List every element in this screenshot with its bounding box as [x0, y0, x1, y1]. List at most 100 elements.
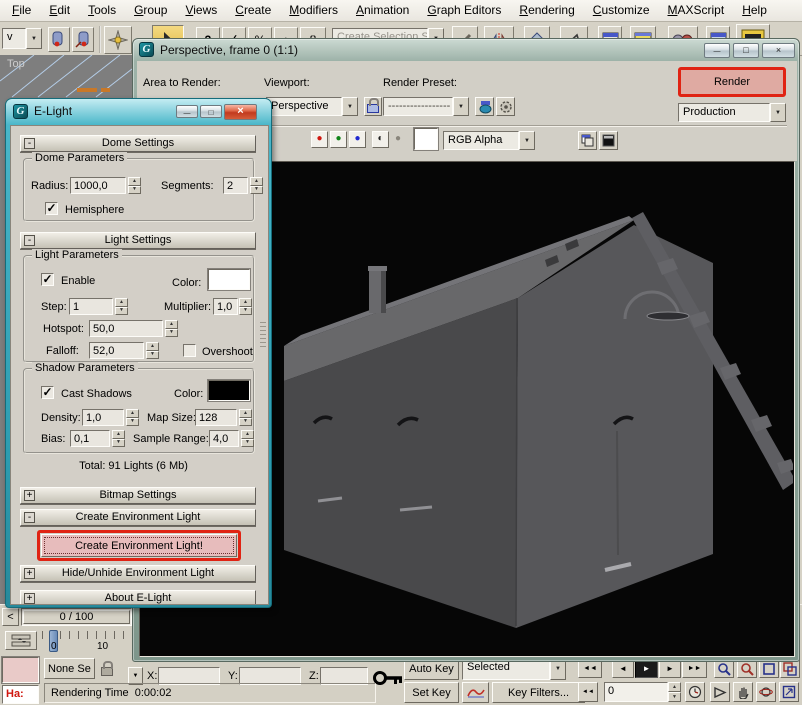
- falloff-field[interactable]: 52,0: [89, 342, 144, 359]
- step-field[interactable]: 1: [69, 298, 113, 315]
- selection-filter-combo[interactable]: v ▼: [2, 28, 42, 49]
- viewport-lock-button[interactable]: [364, 97, 382, 116]
- maximize-button[interactable]: □: [733, 43, 759, 58]
- falloff-spinner[interactable]: ▲▼: [146, 342, 159, 359]
- clone-window-button[interactable]: [578, 131, 597, 150]
- spinner-up-icon[interactable]: ▲: [250, 177, 263, 186]
- chevron-down-icon[interactable]: ▼: [342, 97, 358, 116]
- menu-views[interactable]: Views: [176, 1, 226, 20]
- segments-field[interactable]: 2: [223, 177, 248, 194]
- menu-graph-editors[interactable]: Graph Editors: [418, 1, 510, 20]
- spinner-up-icon[interactable]: ▲: [241, 430, 254, 439]
- hemisphere-checkbox[interactable]: ✓: [45, 202, 58, 215]
- frame-spinner[interactable]: ▲ ▼: [668, 682, 681, 702]
- collapse-icon[interactable]: -: [24, 138, 35, 149]
- chevron-down-icon[interactable]: ▼: [26, 28, 42, 49]
- close-button[interactable]: ×: [224, 104, 257, 120]
- spinner-up-icon[interactable]: ▲: [112, 430, 125, 439]
- chevron-down-icon[interactable]: ▼: [519, 131, 535, 150]
- minimize-button[interactable]: —: [176, 105, 198, 118]
- default-in-out-tangent-button[interactable]: [462, 682, 489, 703]
- save-preset-button[interactable]: [475, 97, 494, 116]
- red-channel-button[interactable]: ●: [311, 131, 328, 148]
- unlink-selection-button[interactable]: [72, 27, 94, 52]
- rollout-scroll-grip[interactable]: [260, 322, 266, 348]
- time-slider-prev-button[interactable]: <: [2, 608, 19, 626]
- density-field[interactable]: 1,0: [82, 409, 124, 426]
- rollout-about[interactable]: + About E-Light: [20, 590, 256, 605]
- light-color-swatch[interactable]: [208, 269, 250, 290]
- menu-file[interactable]: File: [3, 1, 40, 20]
- rollout-hide-unhide[interactable]: + Hide/Unhide Environment Light: [20, 565, 256, 582]
- menu-animation[interactable]: Animation: [347, 1, 418, 20]
- spinner-up-icon[interactable]: ▲: [239, 298, 252, 307]
- time-configuration-button[interactable]: [685, 682, 705, 702]
- cast-shadows-checkbox[interactable]: ✓: [41, 386, 54, 399]
- menu-group[interactable]: Group: [125, 1, 176, 20]
- shadow-color-swatch[interactable]: [208, 380, 250, 401]
- rollout-bitmap-settings[interactable]: + Bitmap Settings: [20, 487, 256, 504]
- selection-lock-icon[interactable]: [101, 667, 113, 676]
- key-filters-button[interactable]: Key Filters...: [492, 682, 585, 703]
- hotspot-field[interactable]: 50,0: [89, 320, 163, 337]
- sample-range-field[interactable]: 4,0: [209, 430, 239, 447]
- spinner-down-icon[interactable]: ▼: [239, 418, 252, 427]
- spinner-down-icon[interactable]: ▼: [115, 307, 128, 316]
- menu-modifiers[interactable]: Modifiers: [280, 1, 347, 20]
- orbit-button[interactable]: [756, 682, 776, 702]
- clear-color-swatch[interactable]: [414, 128, 438, 150]
- bias-field[interactable]: 0,1: [70, 430, 110, 447]
- selection-prompt-field[interactable]: None Se: [44, 658, 95, 679]
- expand-icon[interactable]: +: [24, 593, 35, 604]
- bind-to-spacewarp-button[interactable]: [104, 26, 132, 54]
- minimize-button[interactable]: —: [704, 43, 730, 58]
- density-spinner[interactable]: ▲▼: [126, 409, 139, 426]
- close-button[interactable]: ×: [762, 43, 795, 58]
- maximize-viewport-toggle[interactable]: [779, 682, 799, 702]
- collapse-icon[interactable]: -: [24, 512, 35, 523]
- blue-channel-button[interactable]: ●: [349, 131, 366, 148]
- render-setup-dialog-button[interactable]: [496, 97, 515, 116]
- menu-customize[interactable]: Customize: [584, 1, 659, 20]
- spinner-down-icon[interactable]: ▼: [146, 351, 159, 360]
- spinner-down-icon[interactable]: ▼: [250, 186, 263, 195]
- set-key-button[interactable]: Set Key: [404, 682, 459, 703]
- production-combo[interactable]: Production ▼: [678, 103, 786, 122]
- overshoot-checkbox[interactable]: [183, 344, 196, 357]
- render-preset-combo[interactable]: ----------------- ▼: [383, 97, 469, 116]
- expand-icon[interactable]: +: [24, 490, 35, 501]
- time-slider-handle[interactable]: 0 / 100: [23, 610, 130, 624]
- collapse-icon[interactable]: -: [24, 235, 35, 246]
- chevron-down-icon[interactable]: ▼: [770, 103, 786, 122]
- hotspot-spinner[interactable]: ▲▼: [165, 320, 178, 337]
- alpha-channel-button[interactable]: ●: [395, 133, 401, 144]
- segments-spinner[interactable]: ▲▼: [250, 177, 263, 194]
- menu-rendering[interactable]: Rendering: [510, 1, 583, 20]
- maxscript-mini-listener[interactable]: Ha:: [2, 685, 39, 704]
- spinner-up-icon[interactable]: ▲: [128, 177, 141, 186]
- rollout-create-environment-light[interactable]: - Create Environment Light: [20, 509, 256, 526]
- mini-curve-editor-button[interactable]: [5, 631, 37, 650]
- select-and-link-button[interactable]: [48, 27, 70, 52]
- radius-spinner[interactable]: ▲▼: [128, 177, 141, 194]
- rollout-dome-settings[interactable]: - Dome Settings: [20, 135, 256, 152]
- spinner-down-icon[interactable]: ▼: [239, 307, 252, 316]
- chevron-down-icon[interactable]: ▼: [453, 97, 469, 116]
- field-of-view-button[interactable]: [710, 682, 730, 702]
- spinner-down-icon[interactable]: ▼: [241, 439, 254, 448]
- radius-field[interactable]: 1000,0: [70, 177, 126, 194]
- key-mode-toggle-button[interactable]: ◄◄: [578, 682, 598, 702]
- spinner-down-icon[interactable]: ▼: [165, 329, 178, 338]
- sample-range-spinner[interactable]: ▲▼: [241, 430, 254, 447]
- menu-help[interactable]: Help: [733, 1, 776, 20]
- menu-create[interactable]: Create: [226, 1, 280, 20]
- maximize-button[interactable]: □: [200, 105, 222, 118]
- menu-edit[interactable]: Edit: [40, 1, 79, 20]
- spinner-up-icon[interactable]: ▲: [165, 320, 178, 329]
- rollout-light-settings[interactable]: - Light Settings: [20, 232, 256, 249]
- enable-checkbox[interactable]: ✓: [41, 273, 54, 286]
- viewport-combo[interactable]: Perspective ▼: [266, 97, 358, 116]
- keyboard-override-key-icon[interactable]: [372, 665, 404, 691]
- render-button[interactable]: Render: [678, 67, 786, 97]
- pan-view-button[interactable]: [733, 682, 753, 702]
